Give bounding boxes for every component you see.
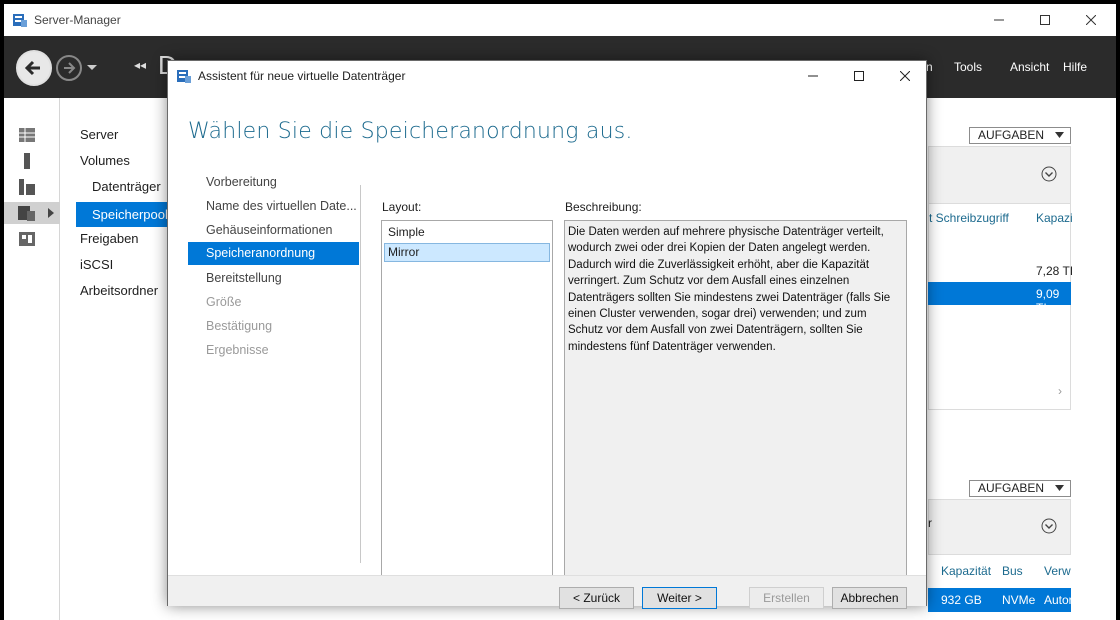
window-title: Server-Manager [34, 13, 121, 27]
menu-tools[interactable]: Tools [954, 60, 982, 74]
wizard-body: Wählen Sie die Speicheranordnung aus. Vo… [168, 91, 926, 585]
nav-item-freigaben[interactable]: Freigaben [80, 231, 139, 246]
breadcrumb-back-icon[interactable]: ◂◂ [134, 58, 146, 72]
description-label: Beschreibung: [565, 200, 642, 214]
page-title: Wählen Sie die Speicheranordnung aus. [188, 119, 633, 144]
aufgaben-label-top: AUFGABEN [978, 128, 1045, 142]
wizard-title-bar: Assistent für neue virtuelle Datenträger [168, 61, 926, 91]
disk-usage: Autor [1044, 593, 1073, 607]
create-button: Erstellen [749, 587, 824, 609]
chevron-down-icon [1055, 485, 1064, 491]
content-pane: AUFGABEN t Schreibzugriff Kapazi 7,28 TI… [928, 98, 1116, 620]
step-speicheranordnung[interactable]: Speicheranordnung [188, 242, 359, 265]
server-manager-app-icon [13, 14, 27, 27]
col-header-bus[interactable]: Bus [1002, 564, 1023, 578]
forward-nav-button[interactable] [56, 55, 82, 81]
nav-icon-column [4, 98, 60, 620]
file-storage-nav: Server Volumes Datenträger Speicherpools… [61, 98, 171, 620]
expand-arrow-icon[interactable] [47, 208, 55, 218]
cancel-button[interactable]: Abbrechen [832, 587, 907, 609]
minimize-button[interactable] [976, 4, 1022, 36]
step-ergebnisse: Ergebnisse [206, 343, 269, 357]
disk-bus: NVMe [1002, 593, 1036, 607]
nav-item-speicherpools[interactable]: Speicherpools [76, 202, 171, 227]
layout-listbox[interactable]: Simple Mirror [381, 220, 553, 585]
nav-item-arbeitsordner[interactable]: Arbeitsordner [80, 283, 158, 298]
steps-divider [360, 185, 361, 563]
close-button[interactable] [1068, 4, 1114, 36]
new-virtual-disk-wizard: Assistent für neue virtuelle Datenträger… [167, 60, 927, 609]
step-name[interactable]: Name des virtuellen Date... [206, 199, 357, 213]
step-vorbereitung[interactable]: Vorbereitung [206, 175, 277, 189]
nav-dropdown-icon[interactable] [86, 64, 98, 72]
file-storage-icon [18, 206, 35, 221]
dashboard-icon[interactable] [18, 127, 36, 143]
nav-item-volumes[interactable]: Volumes [80, 153, 130, 168]
server-group-icon[interactable] [18, 231, 36, 247]
chevron-down-icon [1055, 132, 1064, 138]
collapse-circle-icon[interactable] [1041, 518, 1057, 534]
col-header-kapazitaet[interactable]: Kapazi [1036, 211, 1073, 225]
col-header-verwendung[interactable]: Verw [1044, 564, 1071, 578]
layout-option-simple-label: Simple [388, 225, 425, 239]
pool-row-selected[interactable]: 9,09 TI [928, 282, 1071, 315]
aufgaben-dropdown-top[interactable]: AUFGABEN [969, 127, 1071, 144]
local-server-icon[interactable] [18, 153, 36, 169]
layout-option-mirror[interactable]: Mirror [384, 243, 550, 262]
pool-capacity-1: 7,28 TI [1036, 264, 1074, 278]
step-bestaetigung: Bestätigung [206, 319, 273, 333]
back-nav-button[interactable] [16, 50, 52, 86]
wizard-minimize-button[interactable] [790, 61, 836, 91]
wizard-close-button[interactable] [882, 61, 928, 91]
maximize-button[interactable] [1022, 4, 1068, 36]
col-header-kapazitaet-disks[interactable]: Kapazität [941, 564, 991, 578]
title-bar: Server-Manager [4, 4, 1116, 36]
wizard-app-icon [177, 70, 191, 83]
nav-item-iscsi[interactable]: iSCSI [80, 257, 113, 272]
layout-option-simple[interactable]: Simple [384, 223, 550, 242]
step-speicheranordnung-label: Speicheranordnung [206, 246, 316, 260]
nav-item-speicherpools-label: Speicherpools [92, 207, 171, 222]
step-gehaeuse[interactable]: Gehäuseinformationen [206, 223, 332, 237]
description-text: Die Daten werden auf mehrere physische D… [564, 220, 907, 585]
scroll-right-icon[interactable]: › [1058, 384, 1062, 398]
aufgaben-dropdown-bottom[interactable]: AUFGABEN [969, 480, 1071, 497]
menu-hilfe[interactable]: Hilfe [1063, 60, 1087, 74]
menu-ansicht[interactable]: Ansicht [1010, 60, 1049, 74]
wizard-footer: < Zurück Weiter > Erstellen Abbrechen [168, 575, 926, 609]
disks-tile-fragment: r [928, 516, 932, 530]
step-groesse: Größe [206, 295, 242, 309]
step-bereitstellung[interactable]: Bereitstellung [206, 271, 282, 285]
pool-capacity-2: 9,09 TI [1036, 287, 1060, 315]
next-button[interactable]: Weiter > [642, 587, 717, 609]
disk-capacity: 932 GB [941, 593, 982, 607]
aufgaben-label-bottom: AUFGABEN [978, 481, 1045, 495]
layout-option-mirror-label: Mirror [388, 245, 420, 259]
collapse-circle-icon[interactable] [1041, 166, 1057, 182]
nav-item-datentraeger[interactable]: Datenträger [92, 179, 161, 194]
back-button[interactable]: < Zurück [559, 587, 634, 609]
nav-item-server[interactable]: Server [80, 127, 118, 142]
layout-label: Layout: [382, 200, 422, 214]
wizard-title: Assistent für neue virtuelle Datenträger [198, 69, 406, 83]
col-header-schreibzugriff[interactable]: t Schreibzugriff [929, 211, 1009, 225]
disk-row-selected[interactable]: 932 GB NVMe Autor [928, 588, 1073, 612]
all-servers-icon[interactable] [18, 179, 36, 195]
wizard-maximize-button[interactable] [836, 61, 882, 91]
